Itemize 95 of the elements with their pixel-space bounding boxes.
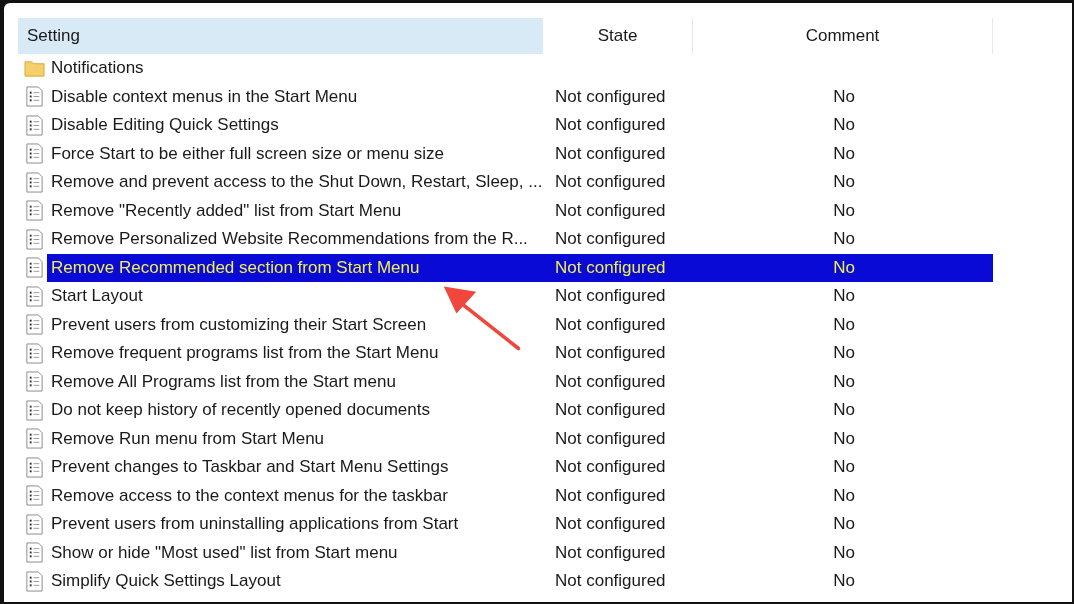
state-cell-text: Not configured xyxy=(555,514,667,535)
state-cell-text: Not configured xyxy=(555,172,667,193)
comment-cell-text: No xyxy=(832,229,856,250)
table-row[interactable]: Prevent changes to Taskbar and Start Menu Settings Not configured No xyxy=(47,453,993,482)
document-list-icon xyxy=(24,86,45,108)
state-cell-text: Not configured xyxy=(555,571,667,592)
comment-cell-text: No xyxy=(832,571,856,592)
table-row[interactable]: Remove Recommended section from Start Menu Not configured No xyxy=(47,253,993,282)
column-header[interactable]: State xyxy=(543,18,693,54)
column-header[interactable]: Setting xyxy=(18,18,543,54)
column-header[interactable]: Comment xyxy=(693,18,993,54)
setting-name: Disable Editing Quick Settings xyxy=(50,115,280,136)
document-list-icon xyxy=(24,456,45,478)
comment-cell-text: No xyxy=(832,172,856,193)
document-list-icon xyxy=(24,314,45,336)
setting-name: Remove Run menu from Start Menu xyxy=(50,428,326,449)
setting-name: Remove All Programs list from the Start menu xyxy=(50,371,397,392)
table-row[interactable]: Notifications xyxy=(47,54,993,83)
table-row[interactable]: Disable Editing Quick Settings Not configured No xyxy=(47,111,993,140)
state-cell-text: Not configured xyxy=(555,286,667,307)
document-list-icon xyxy=(24,143,45,165)
table-row[interactable]: Show or hide "Most used" list from Start menu Not configured No xyxy=(47,538,993,567)
document-list-icon xyxy=(24,228,45,250)
document-list-icon xyxy=(24,570,45,592)
setting-name: Notifications xyxy=(50,58,145,79)
table-row[interactable]: Prevent users from uninstalling applications from Start Not configured No xyxy=(47,510,993,539)
table-row[interactable]: Remove All Programs list from the Start menu Not configured No xyxy=(47,367,993,396)
state-cell-text: Not configured xyxy=(555,115,667,136)
document-list-icon xyxy=(24,285,45,307)
setting-name: Remove frequent programs list from the Start Menu xyxy=(50,343,440,364)
table-row[interactable]: Remove frequent programs list from the Start Menu Not configured No xyxy=(47,339,993,368)
state-cell-text: Not configured xyxy=(555,86,667,107)
document-list-icon xyxy=(24,114,45,136)
document-list-icon xyxy=(24,485,45,507)
state-cell-text: Not configured xyxy=(555,400,667,421)
comment-cell-text: No xyxy=(832,343,856,364)
document-list-icon xyxy=(24,257,45,279)
state-cell-text: Not configured xyxy=(555,229,667,250)
table-row[interactable]: Remove "Recently added" list from Start Menu Not configured No xyxy=(47,196,993,225)
setting-name: Do not keep history of recently opened documents xyxy=(50,400,431,421)
setting-name: Remove "Recently added" list from Start Menu xyxy=(50,200,403,221)
setting-name: Force Start to be either full screen size or menu size xyxy=(50,143,446,164)
setting-name: Start Layout xyxy=(50,286,144,307)
setting-name: Remove and prevent access to the Shut Down, Restart, Sleep, ... xyxy=(50,172,544,193)
comment-cell-text: No xyxy=(832,371,856,392)
comment-cell-text: No xyxy=(832,257,856,278)
state-cell-text: Not configured xyxy=(555,314,667,335)
document-list-icon xyxy=(24,171,45,193)
document-list-icon xyxy=(24,542,45,564)
state-cell-text: Not configured xyxy=(555,371,667,392)
state-cell-text: Not configured xyxy=(555,257,667,278)
table-row[interactable]: Simplify Quick Settings Layout Not configured No xyxy=(47,567,993,596)
document-list-icon xyxy=(24,399,45,421)
document-list-icon xyxy=(24,342,45,364)
table-row[interactable]: Remove Personalized Website Recommendations from the R... Not configured No xyxy=(47,225,993,254)
setting-name: Remove access to the context menus for the taskbar xyxy=(50,485,449,506)
state-cell-text: Not configured xyxy=(555,428,667,449)
setting-name: Remove Recommended section from Start Menu xyxy=(50,257,421,278)
state-cell-text: Not configured xyxy=(555,143,667,164)
comment-cell-text: No xyxy=(832,86,856,107)
state-cell-text: Not configured xyxy=(555,343,667,364)
comment-cell-text: No xyxy=(832,286,856,307)
document-list-icon xyxy=(24,371,45,393)
table-row[interactable]: Do not keep history of recently opened documents Not configured No xyxy=(47,396,993,425)
comment-cell-text: No xyxy=(832,200,856,221)
setting-name: Simplify Quick Settings Layout xyxy=(50,571,282,592)
comment-cell-text: No xyxy=(832,115,856,136)
setting-name: Show or hide "Most used" list from Start menu xyxy=(50,542,399,563)
setting-name: Remove Personalized Website Recommendations from the R... xyxy=(50,229,529,250)
state-cell-text: Not configured xyxy=(555,542,667,563)
state-cell-text: Not configured xyxy=(555,485,667,506)
document-list-icon xyxy=(24,428,45,450)
comment-cell-text: No xyxy=(832,542,856,563)
setting-name: Disable context menus in the Start Menu xyxy=(50,86,359,107)
table-row[interactable]: Remove and prevent access to the Shut Down, Restart, Sleep, ... Not configured No xyxy=(47,168,993,197)
table-row[interactable]: Force Start to be either full screen size or menu size Not configured No xyxy=(47,139,993,168)
comment-cell-text: No xyxy=(832,400,856,421)
comment-cell-text: No xyxy=(832,428,856,449)
table-row[interactable]: Start Layout Not configured No xyxy=(47,282,993,311)
setting-name: Prevent users from customizing their Start Screen xyxy=(50,314,428,335)
document-list-icon xyxy=(24,513,45,535)
table-row[interactable]: Disable context menus in the Start Menu Not configured No xyxy=(47,82,993,111)
table-row[interactable]: Prevent users from customizing their Start Screen Not configured No xyxy=(47,310,993,339)
table-row[interactable]: Remove access to the context menus for the taskbar Not configured No xyxy=(47,481,993,510)
comment-cell-text: No xyxy=(832,514,856,535)
document-list-icon xyxy=(24,200,45,222)
state-cell-text: Not configured xyxy=(555,200,667,221)
comment-cell-text: No xyxy=(832,457,856,478)
setting-name: Prevent users from uninstalling applications from Start xyxy=(50,514,460,535)
state-cell-text: Not configured xyxy=(555,457,667,478)
comment-cell-text: No xyxy=(832,143,856,164)
comment-cell-text: No xyxy=(832,314,856,335)
comment-cell-text: No xyxy=(832,485,856,506)
table-row[interactable]: Remove Run menu from Start Menu Not configured No xyxy=(47,424,993,453)
setting-name: Prevent changes to Taskbar and Start Menu Settings xyxy=(50,457,450,478)
